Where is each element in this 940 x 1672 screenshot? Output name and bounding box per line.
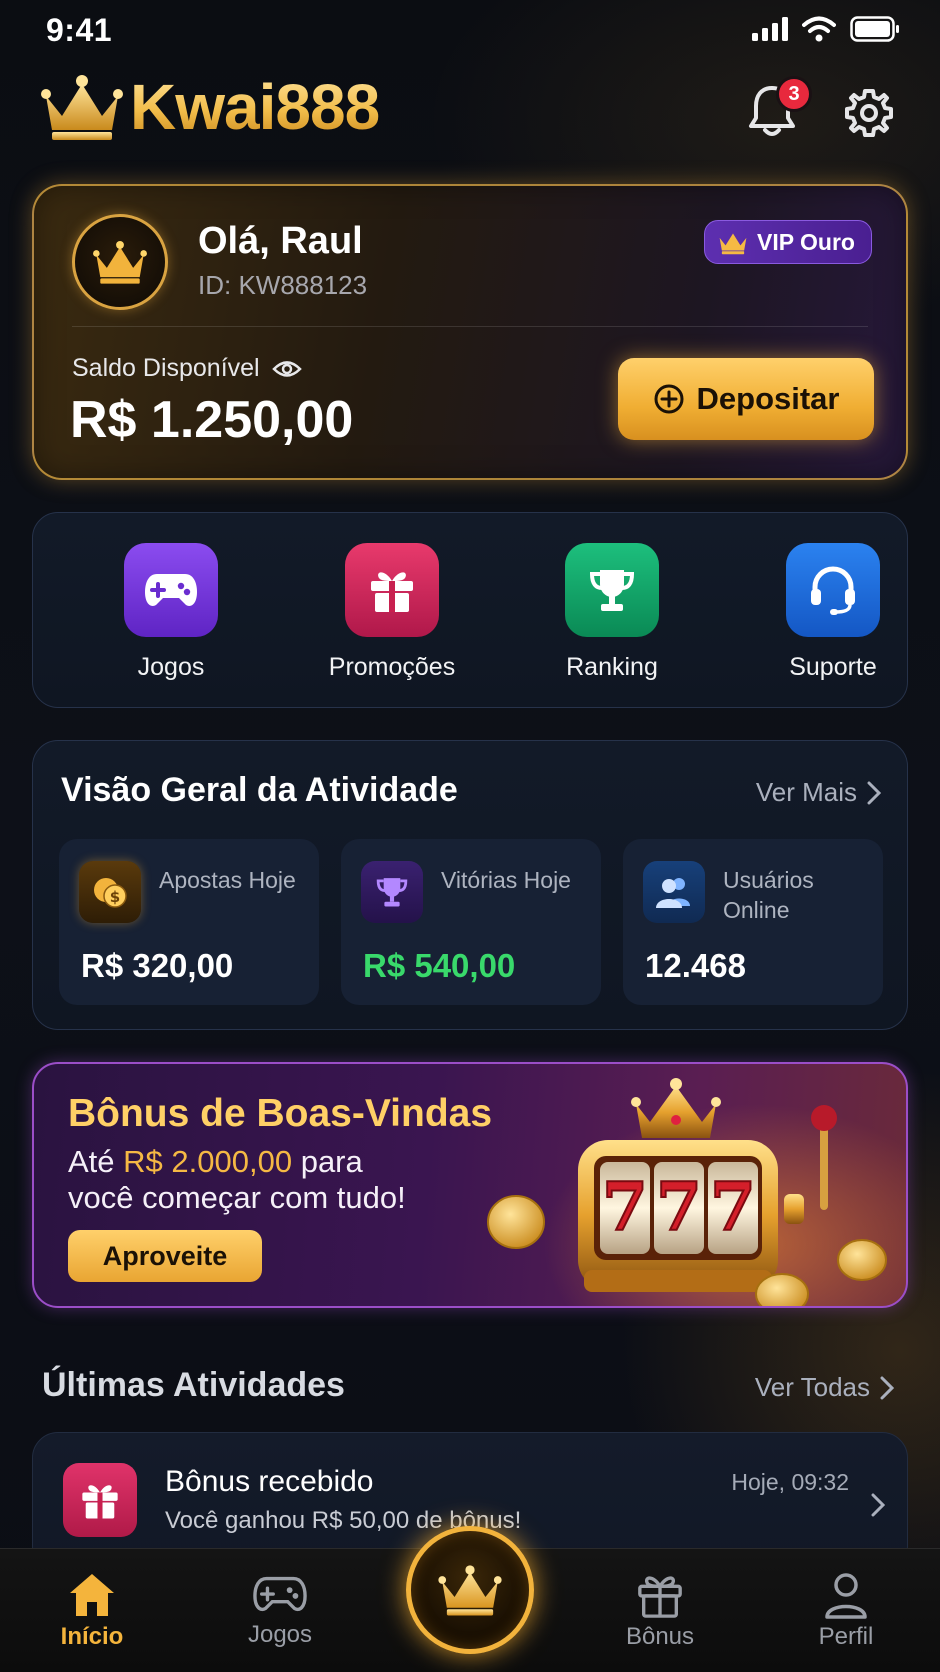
gift-icon <box>63 1463 137 1537</box>
brand-logo: Kwai888 <box>40 70 380 144</box>
gear-icon[interactable] <box>844 88 894 138</box>
slot-reel-digit: 7 <box>602 1168 648 1246</box>
wifi-icon <box>802 16 836 42</box>
coins-icon: $ <box>79 861 141 923</box>
gift-icon <box>345 543 439 637</box>
trophy-icon <box>565 543 659 637</box>
activity-overview: Visão Geral da Atividade Ver Mais $ Apos… <box>32 740 908 1030</box>
nav-center-crown-button[interactable] <box>406 1526 534 1654</box>
quick-action-label: Ranking <box>566 653 658 681</box>
latest-activities-title: Últimas Atividades <box>42 1366 345 1404</box>
user-id: ID: KW888123 <box>198 270 368 300</box>
stat-value: R$ 320,00 <box>81 947 234 984</box>
quick-actions: Jogos Promoções Ranking Suporte <box>32 512 908 708</box>
activity-time: Hoje, 09:32 <box>731 1469 849 1495</box>
slot-reel-digit: 7 <box>710 1168 756 1246</box>
nav-item-bonus[interactable]: Bônus <box>600 1571 720 1651</box>
chevron-right-icon <box>880 1376 894 1399</box>
quick-action-ranking[interactable]: Ranking <box>522 543 702 682</box>
crown-icon <box>438 1565 502 1616</box>
gamepad-icon <box>124 543 218 637</box>
overview-title: Visão Geral da Atividade <box>61 771 458 809</box>
card-divider <box>72 326 868 327</box>
promo-subtitle-suffix: para <box>300 1144 363 1179</box>
signal-icon <box>752 17 788 41</box>
slot-reel-digit: 7 <box>656 1168 702 1246</box>
promo-subtitle-prefix: Até <box>68 1144 115 1179</box>
stat-value: 12.468 <box>645 947 746 984</box>
battery-icon <box>850 16 899 42</box>
promo-subtitle: Até R$ 2.000,00 para você começar com tu… <box>68 1144 528 1216</box>
chevron-right-icon <box>867 781 881 804</box>
home-icon <box>70 1574 114 1616</box>
chevron-right-icon <box>871 1493 885 1517</box>
crown-icon <box>719 233 747 255</box>
trophy-icon <box>361 861 423 923</box>
promo-button[interactable]: Aproveite <box>68 1230 262 1282</box>
overview-more-label: Ver Mais <box>755 777 857 807</box>
vip-label: VIP Ouro <box>757 228 855 255</box>
headset-icon <box>786 543 880 637</box>
overview-more-link[interactable]: Ver Mais <box>756 777 881 808</box>
deposit-button[interactable]: Depositar <box>618 358 874 440</box>
account-card: Olá, Raul ID: KW888123 VIP Ouro Saldo Di… <box>32 184 908 480</box>
crown-icon <box>93 240 147 284</box>
avatar[interactable] <box>72 214 168 310</box>
nav-item-inicio[interactable]: Início <box>32 1571 152 1651</box>
crown-icon <box>41 75 123 140</box>
brand-name: Kwai888 <box>130 71 380 143</box>
eye-icon[interactable] <box>271 358 302 380</box>
quick-action-label: Suporte <box>789 653 877 681</box>
users-icon <box>643 861 705 923</box>
stat-label: Vitórias Hoje <box>441 867 571 893</box>
quick-action-promocoes[interactable]: Promoções <box>302 543 482 682</box>
activity-title: Bônus recebido <box>165 1465 374 1498</box>
nav-label: Jogos <box>247 1621 313 1648</box>
nav-label: Perfil <box>818 1623 874 1650</box>
quick-action-jogos[interactable]: Jogos <box>81 543 261 682</box>
balance-value: R$ 1.250,00 <box>70 391 354 449</box>
stat-usuarios: Usuários Online 12.468 <box>623 839 883 1005</box>
slot-machine-image: 7 7 7 <box>487 1078 887 1306</box>
promo-title: Bônus de Boas-Vindas <box>68 1092 493 1135</box>
stat-label: Usuários Online <box>723 867 814 923</box>
quick-action-suporte[interactable]: Suporte <box>743 543 923 682</box>
status-icons <box>752 16 900 42</box>
greeting: Olá, Raul <box>198 220 363 262</box>
deposit-label: Depositar <box>696 381 840 416</box>
promo-subtitle-line2: você começar com tudo! <box>68 1180 406 1215</box>
plus-circle-icon <box>654 384 683 414</box>
stat-value: R$ 540,00 <box>363 947 516 984</box>
latest-more-label: Ver Todas <box>754 1372 870 1402</box>
quick-action-label: Promoções <box>328 653 456 681</box>
balance-label: Saldo Disponível <box>72 354 260 382</box>
nav-item-jogos[interactable]: Jogos <box>220 1571 340 1649</box>
stat-vitorias: Vitórias Hoje R$ 540,00 <box>341 839 601 1005</box>
nav-label: Bônus <box>625 1623 695 1650</box>
stat-apostas: $ Apostas Hoje R$ 320,00 <box>59 839 319 1005</box>
svg-text:$: $ <box>110 888 120 906</box>
notification-badge: 3 <box>776 76 812 112</box>
balance-label-row: Saldo Disponível <box>72 354 302 383</box>
gamepad-icon <box>253 1576 307 1612</box>
vip-badge[interactable]: VIP Ouro <box>704 220 872 264</box>
user-icon <box>825 1573 867 1619</box>
nav-item-perfil[interactable]: Perfil <box>786 1571 906 1651</box>
quick-action-label: Jogos <box>137 653 205 681</box>
promo-banner[interactable]: Bônus de Boas-Vindas Até R$ 2.000,00 par… <box>32 1062 908 1308</box>
nav-label: Início <box>60 1623 124 1650</box>
stat-label: Apostas Hoje <box>159 867 296 893</box>
latest-activities-more-link[interactable]: Ver Todas <box>755 1372 894 1403</box>
gift-icon <box>638 1576 682 1618</box>
status-time: 9:41 <box>46 12 113 48</box>
promo-amount: R$ 2.000,00 <box>123 1144 293 1179</box>
